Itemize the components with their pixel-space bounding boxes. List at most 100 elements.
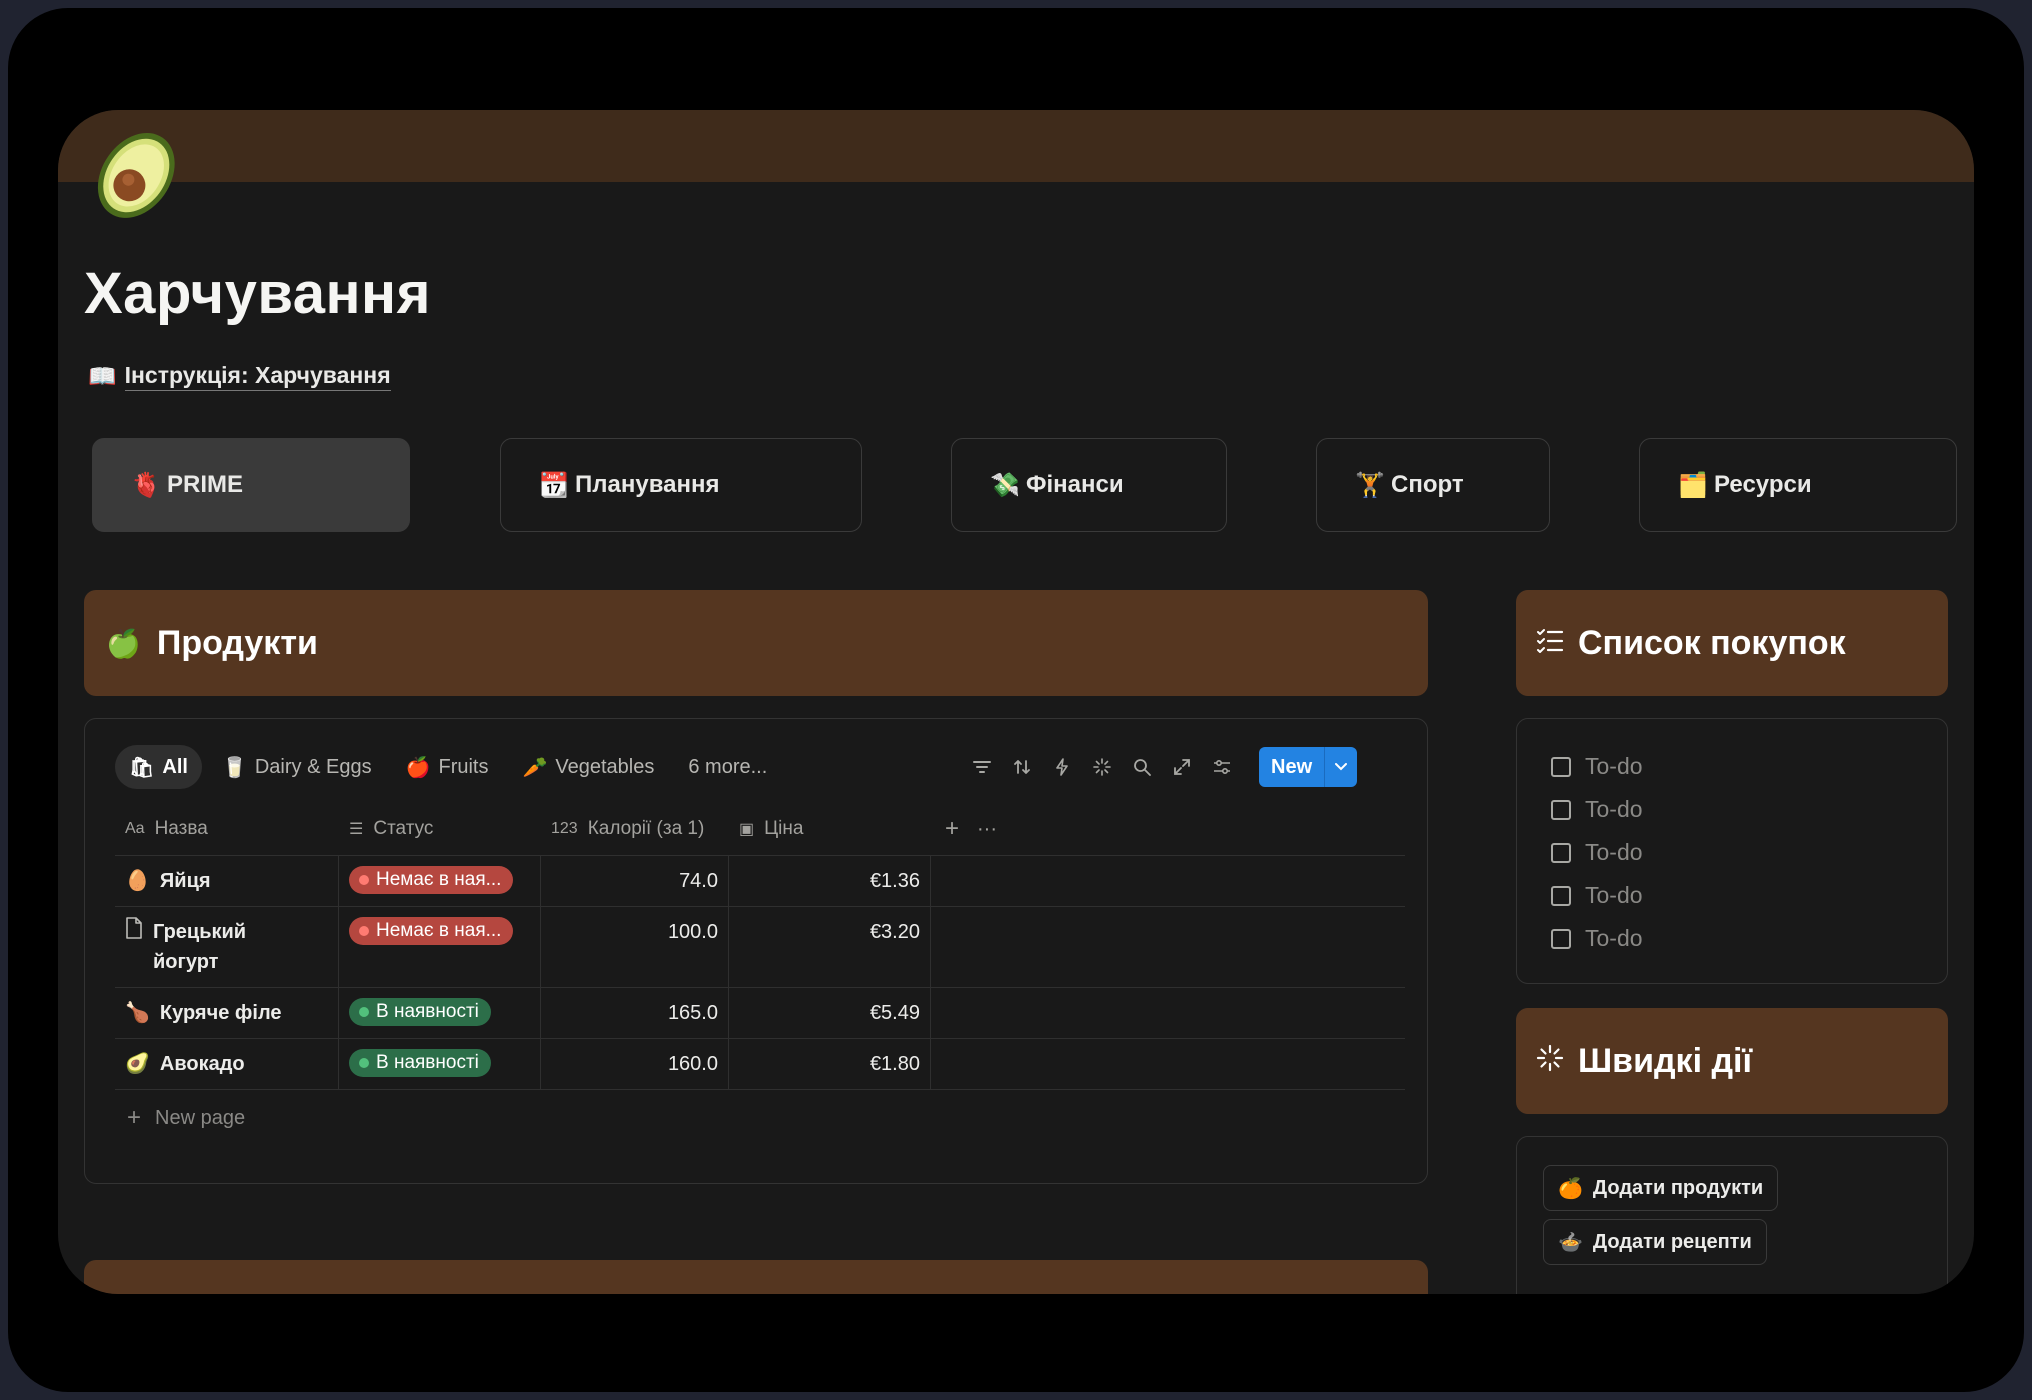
todo-checkbox[interactable] — [1551, 928, 1571, 949]
todo-label: To-do — [1585, 925, 1643, 951]
tab-fruits-label: Fruits — [438, 755, 489, 778]
status-label: В наявності — [376, 1052, 479, 1073]
row-name-cell[interactable]: Грецький йогурт — [115, 907, 339, 987]
tab-fruits[interactable]: 🍎 Fruits — [392, 745, 503, 789]
todo-checkbox[interactable] — [1551, 799, 1571, 820]
add-column-icon[interactable]: + — [945, 815, 959, 843]
status-label: Немає в ная... — [376, 869, 502, 890]
tab-more[interactable]: 6 more... — [674, 745, 781, 789]
todo-checkbox[interactable] — [1551, 885, 1571, 906]
table-row[interactable]: 🥚 Яйця Немає в ная... 74.0 €1.36 — [115, 855, 1405, 906]
row-name-cell[interactable]: 🍗 Куряче філе — [115, 988, 339, 1038]
row-name: Грецький йогурт — [153, 921, 247, 973]
row-empty-cell — [931, 907, 1405, 987]
todo-item[interactable]: To-do — [1551, 874, 1947, 917]
tab-more-label: 6 more... — [688, 755, 768, 778]
chevron-down-icon[interactable] — [1324, 747, 1358, 787]
instruction-link[interactable]: 📖 Інструкція: Харчування — [88, 362, 391, 391]
nav-finance-button[interactable]: 💸 Фінанси — [951, 438, 1227, 532]
column-calories[interactable]: 123 Калорії (за 1) — [541, 818, 729, 840]
tab-vegetables-label: Vegetables — [555, 755, 655, 778]
row-calories[interactable]: 165.0 — [541, 988, 729, 1038]
tangerine-icon: 🍊 — [1558, 1177, 1583, 1200]
status-dot — [359, 1007, 369, 1017]
row-empty-cell — [931, 988, 1405, 1038]
automation-icon[interactable] — [1045, 750, 1079, 784]
page-title[interactable]: Харчування — [84, 260, 431, 327]
status-badge: В наявності — [349, 1049, 491, 1077]
column-actions: + ··· — [931, 815, 1405, 843]
add-recipes-button[interactable]: 🍲 Додати рецепти — [1543, 1219, 1767, 1265]
todo-item[interactable]: To-do — [1551, 745, 1947, 788]
tab-all-label: All — [162, 755, 188, 778]
quick-actions-panel: 🍊 Додати продукти 🍲 Додати рецепти — [1516, 1136, 1948, 1294]
row-price[interactable]: €5.49 — [729, 988, 931, 1038]
table-row[interactable]: 🍗 Куряче філе В наявності 165.0 €5.49 — [115, 987, 1405, 1038]
products-database: 🛍 All 🥛 Dairy & Eggs 🍎 Fruits 🥕 Vegetabl… — [84, 718, 1428, 1184]
settings-icon[interactable] — [1205, 750, 1239, 784]
column-status[interactable]: ☰ Статус — [339, 818, 541, 840]
todo-item[interactable]: To-do — [1551, 831, 1947, 874]
row-status-cell[interactable]: В наявності — [339, 1039, 541, 1089]
add-recipes-label: Додати рецепти — [1592, 1230, 1752, 1253]
sort-icon[interactable] — [1005, 750, 1039, 784]
add-products-label: Додати продукти — [1592, 1176, 1764, 1199]
row-status-cell[interactable]: Немає в ная... — [339, 907, 541, 987]
todo-label: To-do — [1585, 796, 1643, 822]
todo-item[interactable]: To-do — [1551, 917, 1947, 960]
filter-icon[interactable] — [965, 750, 999, 784]
column-price[interactable]: ▣ Ціна — [729, 818, 931, 840]
avocado-icon[interactable] — [83, 118, 193, 228]
status-badge: Немає в ная... — [349, 866, 514, 894]
expand-icon[interactable] — [1165, 750, 1199, 784]
row-calories[interactable]: 74.0 — [541, 856, 729, 906]
status-badge: В наявності — [349, 998, 491, 1026]
nav-prime-button[interactable]: 🫀 PRIME — [92, 438, 410, 532]
row-name: Авокадо — [159, 1053, 245, 1075]
row-price[interactable]: €3.20 — [729, 907, 931, 987]
column-name[interactable]: Aa Назва — [115, 818, 339, 840]
search-icon[interactable] — [1125, 750, 1159, 784]
add-products-button[interactable]: 🍊 Додати продукти — [1543, 1165, 1779, 1211]
table-row[interactable]: 🥑 Авокадо В наявності 160.0 €1.80 — [115, 1038, 1405, 1089]
row-calories[interactable]: 100.0 — [541, 907, 729, 987]
money-wings-icon: 💸 — [990, 471, 1020, 499]
row-status-cell[interactable]: В наявності — [339, 988, 541, 1038]
row-status-cell[interactable]: Немає в ная... — [339, 856, 541, 906]
todo-label: To-do — [1585, 839, 1643, 865]
nav-planning-button[interactable]: 📆 Планування — [500, 438, 862, 532]
todo-checkbox[interactable] — [1551, 756, 1571, 777]
column-calories-label: Калорії (за 1) — [587, 818, 705, 839]
new-button[interactable]: New — [1259, 747, 1325, 787]
page-cover[interactable] — [58, 110, 1974, 182]
quick-actions-header: Швидкі дії — [1516, 1008, 1948, 1114]
avocado-icon: 🥑 — [125, 1053, 150, 1075]
status-label: Немає в ная... — [376, 920, 502, 941]
device-frame: Харчування 📖 Інструкція: Харчування 🫀 PR… — [8, 8, 2024, 1392]
row-price[interactable]: €1.36 — [729, 856, 931, 906]
tab-vegetables[interactable]: 🥕 Vegetables — [508, 745, 668, 789]
nav-prime-label: PRIME — [167, 471, 244, 498]
next-section-header — [84, 1260, 1428, 1294]
row-name-cell[interactable]: 🥚 Яйця — [115, 856, 339, 906]
table-row[interactable]: Грецький йогурт Немає в ная... 100.0 €3.… — [115, 906, 1405, 987]
ai-sparkle-icon[interactable] — [1085, 750, 1119, 784]
todo-checkbox[interactable] — [1551, 842, 1571, 863]
todo-label: To-do — [1585, 882, 1643, 908]
row-name-cell[interactable]: 🥑 Авокадо — [115, 1039, 339, 1089]
todo-item[interactable]: To-do — [1551, 788, 1947, 831]
new-page-button[interactable]: + New page — [115, 1089, 1405, 1146]
tab-dairy-eggs[interactable]: 🥛 Dairy & Eggs — [208, 745, 386, 789]
shopping-list-title: Список покупок — [1578, 623, 1846, 662]
column-price-label: Ціна — [764, 818, 804, 839]
more-options-icon[interactable]: ··· — [977, 818, 997, 841]
tab-dairy-label: Dairy & Eggs — [254, 755, 372, 778]
nav-resources-button[interactable]: 🗂️ Ресурси — [1639, 438, 1957, 532]
nav-sport-label: Спорт — [1391, 471, 1464, 498]
row-price[interactable]: €1.80 — [729, 1039, 931, 1089]
products-title: Продукти — [156, 623, 318, 662]
sparkle-icon — [1536, 1042, 1564, 1081]
tab-all[interactable]: 🛍 All — [115, 745, 202, 789]
row-calories[interactable]: 160.0 — [541, 1039, 729, 1089]
nav-sport-button[interactable]: 🏋️ Спорт — [1316, 438, 1550, 532]
